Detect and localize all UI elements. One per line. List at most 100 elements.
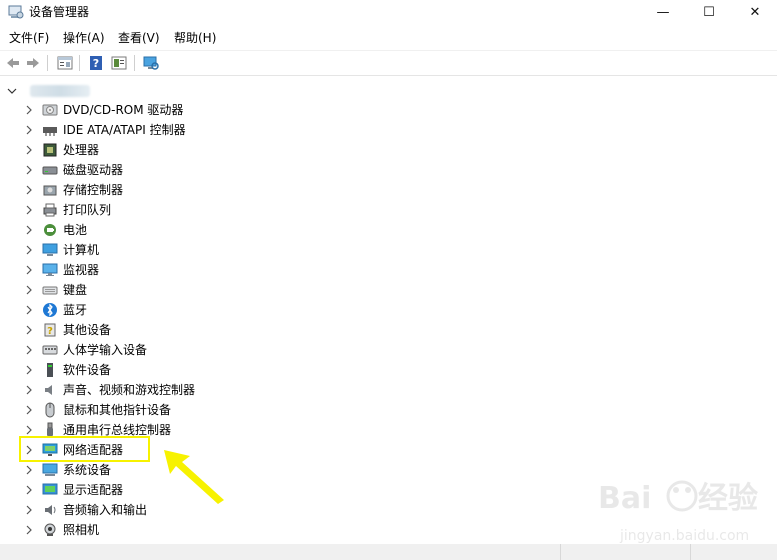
chevron-right-icon[interactable] [23,203,35,217]
menu-help[interactable]: 帮助(H) [173,28,217,48]
close-button[interactable]: ✕ [732,0,777,24]
maximize-button[interactable]: ☐ [686,0,732,24]
forward-arrow-icon [27,58,39,68]
tree-node[interactable]: 显示适配器 [0,480,420,500]
chevron-right-icon[interactable] [23,363,35,377]
tree-node[interactable]: 音频输入和输出 [0,500,420,520]
computer-name-blurred [30,85,90,97]
tree-root[interactable] [0,81,300,101]
forward-button[interactable] [24,54,42,72]
chevron-right-icon[interactable] [23,183,35,197]
tree-node[interactable]: 处理器 [0,140,420,160]
tree-node[interactable]: 键盘 [0,280,420,300]
tree-node[interactable]: IDE ATA/ATAPI 控制器 [0,120,420,140]
sound-icon [45,385,52,395]
tree-node[interactable]: 打印队列 [0,200,420,220]
tree-node[interactable]: 存储控制器 [0,180,420,200]
menu-view[interactable]: 查看(V) [117,28,161,48]
chevron-right-icon[interactable] [23,443,35,457]
chevron-right-icon[interactable] [23,383,35,397]
properties-icon [57,56,73,70]
minimize-button[interactable]: — [640,0,686,24]
storage-controller-icon [43,185,57,196]
chevron-right-icon[interactable] [23,523,35,537]
menu-action[interactable]: 操作(A) [62,28,106,48]
chevron-right-icon[interactable] [23,123,35,137]
tree-node[interactable]: 系统设备 [0,460,420,480]
tree-node-label: 键盘 [63,283,88,297]
maximize-icon: ☐ [703,4,715,20]
chevron-right-icon[interactable] [23,323,35,337]
chevron-right-icon[interactable] [23,103,35,117]
tree-node[interactable]: 鼠标和其他指针设备 [0,400,420,420]
tree-node[interactable]: 网络适配器 [0,440,420,460]
tree-node-label: 声音、视频和游戏控制器 [63,383,196,397]
back-button[interactable] [4,54,22,72]
chevron-right-icon[interactable] [23,143,35,157]
tree-node[interactable]: 蓝牙 [0,300,420,320]
tree-node[interactable]: 计算机 [0,240,420,260]
status-divider [690,544,691,560]
menu-file[interactable]: 文件(F) [8,28,50,48]
toolbar-separator [79,55,80,71]
chevron-right-icon[interactable] [23,403,35,417]
svg-text:?: ? [47,326,53,337]
chevron-right-icon[interactable] [23,263,35,277]
window-title: 设备管理器 [29,5,90,19]
tree-node[interactable]: 人体学输入设备 [0,340,420,360]
tree-node[interactable]: 监视器 [0,260,420,280]
horizontal-scrollbar[interactable] [0,544,777,560]
properties-button[interactable] [56,54,74,72]
help-button[interactable]: ? [87,54,105,72]
battery-icon [44,224,56,236]
tree-node-label: 蓝牙 [63,303,88,317]
tree-node-label: 通用串行总线控制器 [63,423,172,437]
chevron-right-icon[interactable] [23,163,35,177]
tree-node[interactable]: ? 其他设备 [0,320,420,340]
tree-node[interactable]: 电池 [0,220,420,240]
update-driver-button[interactable] [110,54,128,72]
tree-node-label: 存储控制器 [63,183,124,197]
tree-node-label: 显示适配器 [63,483,124,497]
tree-node-label: 处理器 [63,143,100,157]
chevron-right-icon[interactable] [23,223,35,237]
tree-node-label: IDE ATA/ATAPI 控制器 [63,123,186,137]
chevron-right-icon[interactable] [23,463,35,477]
chevron-right-icon[interactable] [23,283,35,297]
monitor-icon [42,263,58,276]
svg-text:?: ? [93,57,99,70]
tree-node-label: DVD/CD-ROM 驱动器 [63,103,184,117]
chevron-right-icon[interactable] [23,243,35,257]
chevron-right-icon[interactable] [23,483,35,497]
toolbar-separator [47,55,48,71]
tree-node[interactable]: 通用串行总线控制器 [0,420,420,440]
device-manager-icon [8,5,24,19]
other-devices-icon: ? [44,323,56,337]
system-devices-icon [42,463,58,476]
computer-icon [42,243,58,256]
bluetooth-icon [43,303,57,317]
tree-node-label: 鼠标和其他指针设备 [63,403,172,417]
minimize-icon: — [656,4,670,20]
tree-node[interactable]: DVD/CD-ROM 驱动器 [0,100,420,120]
hid-icon [42,345,58,355]
display-adapter-icon [42,483,58,495]
chevron-right-icon[interactable] [23,423,35,437]
camera-icon [44,523,56,536]
chevron-right-icon[interactable] [23,503,35,517]
tree-node[interactable]: 照相机 [0,520,420,540]
tree-node-label: 其他设备 [63,323,112,337]
chevron-down-icon[interactable] [6,84,18,98]
tree-node[interactable]: 磁盘驱动器 [0,160,420,180]
network-adapter-icon [42,443,58,456]
printer-icon [43,203,57,217]
chevron-right-icon[interactable] [23,343,35,357]
tree-node[interactable]: 声音、视频和游戏控制器 [0,380,420,400]
tree-node-label: 音频输入和输出 [63,503,148,517]
toolbar-separator [134,55,135,71]
processor-icon [43,143,57,157]
chevron-right-icon[interactable] [23,303,35,317]
scan-hardware-button[interactable] [142,54,160,72]
tree-node[interactable]: 软件设备 [0,360,420,380]
status-divider [560,544,561,560]
